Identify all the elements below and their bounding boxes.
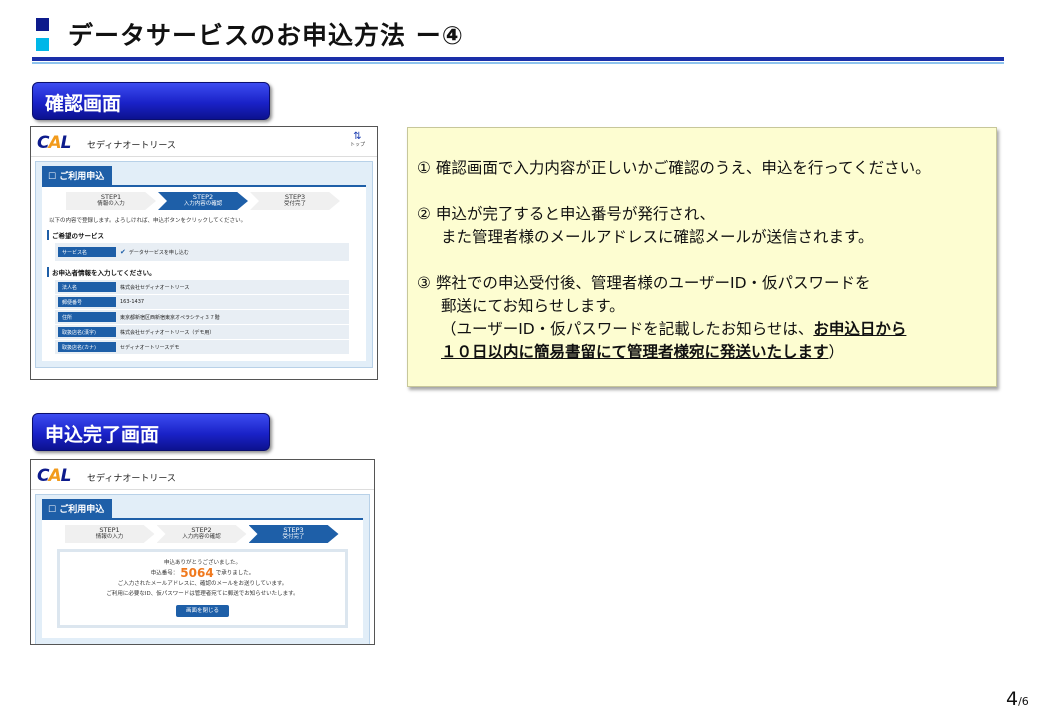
table-row: 取扱店名(漢字) 株式会社セディナオートリース（デモ用） <box>55 325 349 339</box>
step-2: STEP2 入力内容の確認 <box>158 192 248 210</box>
complete-screen-screenshot: CAL セディナオートリース ☐ ご利用申込 STEP1 情報の入力 STEP2 入… <box>30 459 375 645</box>
completion-box: 申込ありがとうございました。 申込番号： 5064 で承りました。 ご入力されたメー… <box>57 549 348 628</box>
app-header: CAL セディナオートリース ⇅ トップ <box>31 127 377 157</box>
page-title: データサービスのお申込方法 ー④ <box>68 21 464 50</box>
tab-application: ☐ ご利用申込 <box>42 166 113 185</box>
service-heading: ご希望のサービス <box>47 230 361 240</box>
application-panel: ☐ ご利用申込 STEP1 情報の入力 STEP2 入力内容の確認 STEP3 受付完… <box>35 161 373 368</box>
application-panel: ☐ ご利用申込 STEP1 情報の入力 STEP2 入力内容の確認 STEP3 受付完… <box>35 494 370 644</box>
page-number: 4/6 <box>1006 688 1029 710</box>
instruction-note: ① 確認画面で入力内容が正しいかご確認のうえ、申込を行ってください。 ② 申込が… <box>407 127 997 387</box>
tab-application: ☐ ご利用申込 <box>42 499 113 518</box>
cal-logo: CAL <box>37 466 71 486</box>
top-arrow-icon[interactable]: ⇅ トップ <box>350 132 365 150</box>
note-step-3: ③ 弊社での申込受付後、管理者様のユーザーID・仮パスワードを 郵送にてお知らせ… <box>417 274 907 361</box>
top-label: トップ <box>349 142 365 148</box>
step-3: STEP3 受付完了 <box>248 525 339 543</box>
header-rule-light <box>32 62 1004 64</box>
tab-label: ご利用申込 <box>59 172 105 182</box>
header-rule <box>32 57 1004 61</box>
form-inner: STEP1 情報の入力 STEP2 入力内容の確認 STEP3 受付完了 申込ありがと… <box>42 518 363 638</box>
info-heading: お申込者情報を入力してください。 <box>47 267 361 277</box>
step-1: STEP1 情報の入力 <box>66 192 156 210</box>
table-row: 法人名 株式会社セディナオートリース <box>55 280 349 294</box>
step-2: STEP2 入力内容の確認 <box>156 525 247 543</box>
note-step-1: ① 確認画面で入力内容が正しいかご確認のうえ、申込を行ってください。 <box>417 159 931 177</box>
app-header: CAL セディナオートリース <box>31 460 374 490</box>
password-message: ご利用に必要なID、仮パスワードは管理者宛てに郵送でお知らせいたします。 <box>106 590 299 597</box>
step-indicator: STEP1 情報の入力 STEP2 入力内容の確認 STEP3 受付完了 <box>47 192 361 212</box>
note-emphasis: お申込日から <box>813 320 907 338</box>
service-key: サービス名 <box>58 247 116 257</box>
step-1: STEP1 情報の入力 <box>64 525 155 543</box>
step-3: STEP3 受付完了 <box>250 192 340 210</box>
note-emphasis: １０日以内に簡易書留にて管理者様宛に発送いたします <box>441 343 829 361</box>
table-row: 住所 東京都新宿区西新宿東京オペラシティ３７階 <box>55 310 349 324</box>
header-square-light <box>36 38 49 51</box>
check-icon: ✔ <box>120 248 126 256</box>
cal-logo: CAL <box>37 133 71 153</box>
service-value: ✔ データサービスを申し込む <box>120 248 189 256</box>
application-number-line: 申込番号： 5064 で承りました。 <box>150 566 255 580</box>
app-name: セディナオートリース <box>87 474 176 484</box>
close-screen-button[interactable]: 画面を閉じる <box>175 604 229 617</box>
form-inner: STEP1 情報の入力 STEP2 入力内容の確認 STEP3 受付完了 以下の内容で… <box>42 185 366 361</box>
table-row: 取扱店名(カナ) セディナオートリースデモ <box>55 340 349 354</box>
app-name: セディナオートリース <box>87 141 176 151</box>
step-indicator: STEP1 情報の入力 STEP2 入力内容の確認 STEP3 受付完了 <box>47 525 358 545</box>
note-step-2: ② 申込が完了すると申込番号が発行され、 また管理者様のメールアドレスに確認メー… <box>417 205 874 246</box>
header-square-dark <box>36 18 49 31</box>
tab-label: ご利用申込 <box>59 505 105 515</box>
confirm-screen-screenshot: CAL セディナオートリース ⇅ トップ ☐ ご利用申込 STEP1 情報の入力 S… <box>30 126 378 380</box>
application-number: 5064 <box>180 566 214 580</box>
table-row: 郵便番号 163-1437 <box>55 295 349 309</box>
intro-text: 以下の内容で登録します。よろしければ、申込ボタンをクリックしてください。 <box>49 218 247 224</box>
service-row: サービス名 ✔ データサービスを申し込む <box>55 243 349 261</box>
mail-message: ご入力されたメールアドレスに、確認のメールをお送りしています。 <box>117 580 288 587</box>
section-label-confirm: 確認画面 <box>32 82 270 120</box>
section-label-complete: 申込完了画面 <box>32 413 270 451</box>
